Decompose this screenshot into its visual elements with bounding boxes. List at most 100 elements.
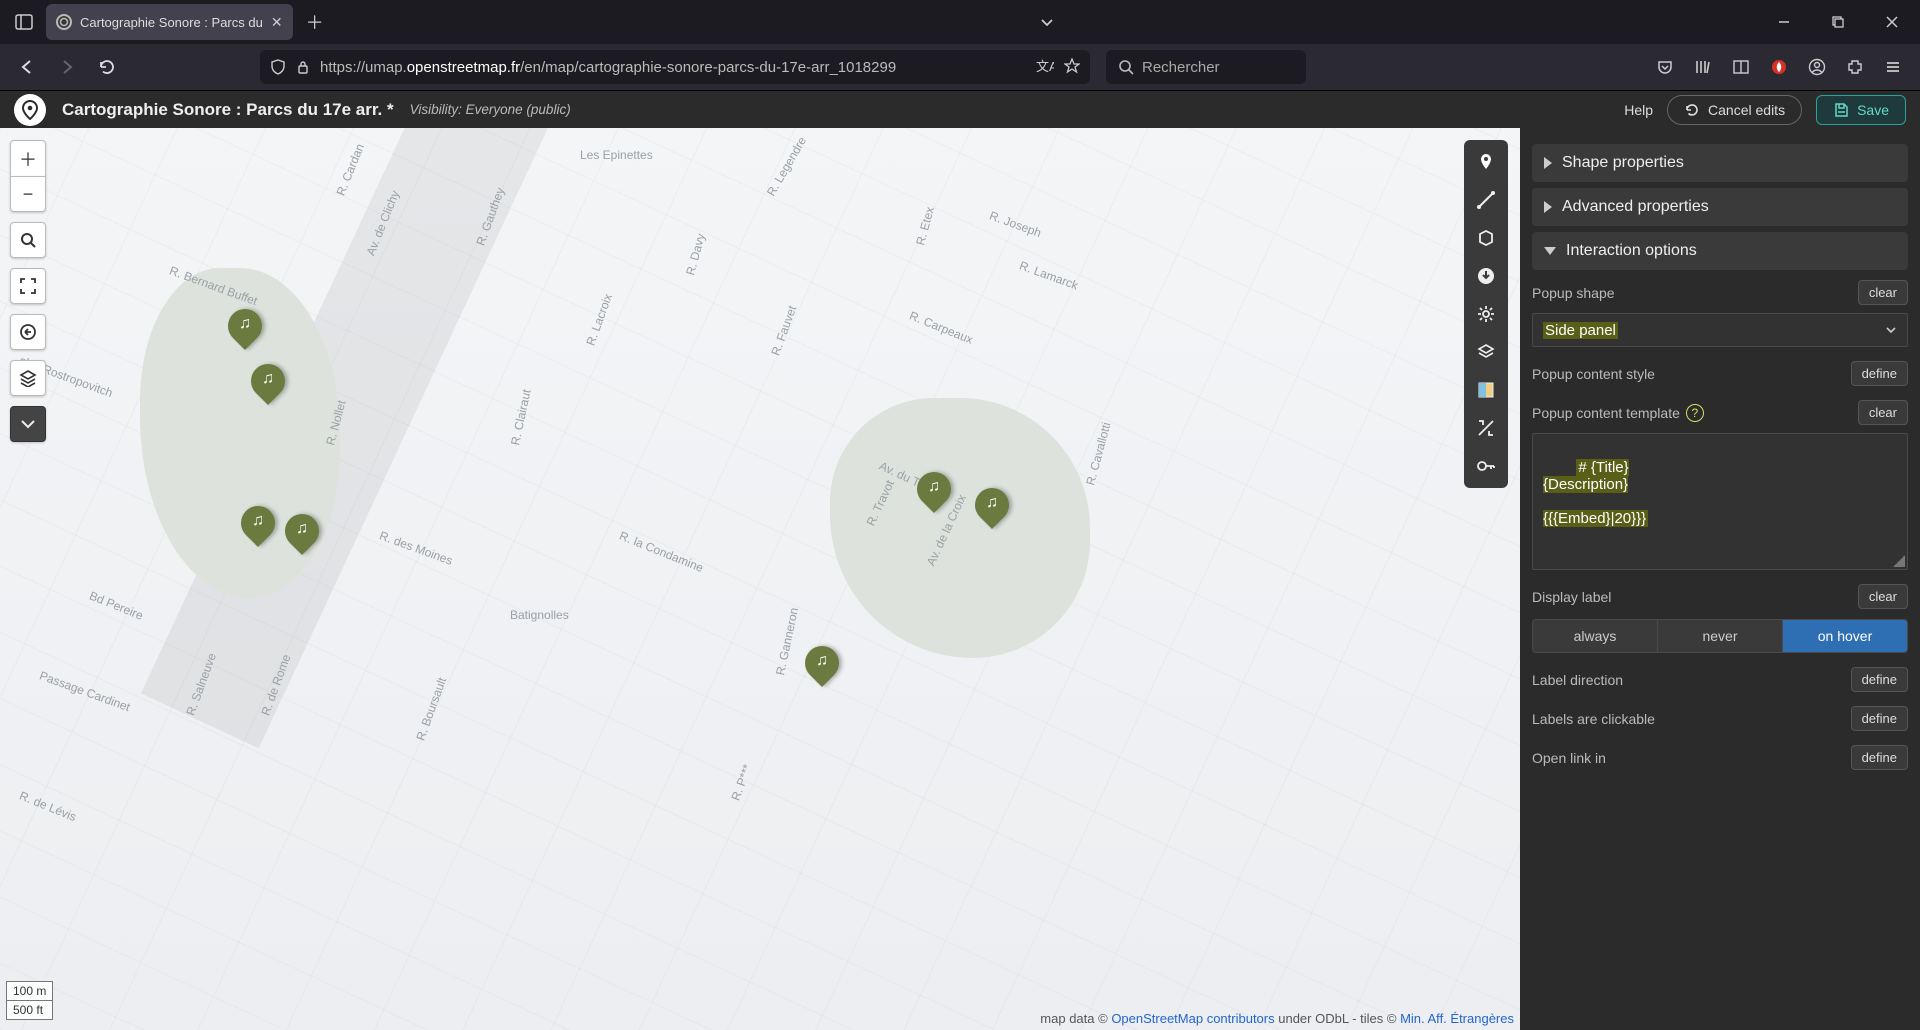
nav-forward-button[interactable] — [50, 50, 84, 84]
open-link-define-button[interactable]: define — [1851, 745, 1908, 770]
group-interaction-options[interactable]: Interaction options — [1532, 232, 1908, 270]
field-popup-content-style: Popup content style define — [1532, 361, 1908, 386]
layers-button[interactable] — [10, 360, 46, 396]
map-marker[interactable]: ♫ — [975, 488, 1009, 532]
new-tab-button[interactable]: ＋ — [299, 6, 331, 38]
help-icon[interactable]: ? — [1686, 404, 1704, 422]
window-close-button[interactable] — [1872, 6, 1912, 38]
nav-back-button[interactable] — [10, 50, 44, 84]
field-open-link-in: Open link in define — [1532, 745, 1908, 770]
tabs-dropdown-icon[interactable] — [1027, 6, 1067, 38]
map-canvas[interactable]: Les EpinettesR. CardanAv. de ClichyR. Ga… — [0, 128, 1520, 1030]
browser-toolbar: https://umap.openstreetmap.fr/en/map/car… — [0, 44, 1920, 90]
bookmark-star-icon[interactable] — [1064, 58, 1080, 76]
music-note-icon: ♫ — [285, 520, 319, 538]
zoom-in-button[interactable]: ＋ — [10, 140, 46, 176]
labels-clickable-define-button[interactable]: define — [1851, 706, 1908, 731]
music-note-icon: ♫ — [805, 652, 839, 670]
translate-icon[interactable]: 文A — [1036, 58, 1054, 76]
tracking-shield-icon[interactable] — [270, 59, 286, 75]
map-marker[interactable]: ♫ — [805, 646, 839, 690]
save-button[interactable]: Save — [1816, 95, 1906, 125]
zoom-out-button[interactable]: − — [10, 176, 46, 212]
map-marker[interactable]: ♫ — [228, 309, 262, 353]
osm-contributors-link[interactable]: OpenStreetMap contributors — [1111, 1011, 1274, 1026]
cancel-edits-label: Cancel edits — [1708, 102, 1785, 118]
popup-style-define-button[interactable]: define — [1851, 361, 1908, 386]
music-note-icon: ♫ — [917, 478, 951, 496]
pocket-icon[interactable] — [1648, 50, 1682, 84]
group-advanced-properties[interactable]: Advanced properties — [1532, 188, 1908, 226]
tiles-credit-link[interactable]: Min. Aff. Étrangères — [1400, 1011, 1514, 1026]
draw-marker-button[interactable] — [1468, 144, 1504, 180]
fullscreen-button[interactable] — [10, 268, 46, 304]
tab-close-icon[interactable]: ✕ — [271, 14, 283, 31]
map-search-button[interactable] — [10, 222, 46, 258]
field-popup-shape: Popup shape clear Side panel — [1532, 280, 1908, 347]
display-label-clear-button[interactable]: clear — [1858, 584, 1908, 609]
toolbar-right-icons — [1648, 50, 1910, 84]
window-maximize-button[interactable] — [1818, 6, 1858, 38]
map-marker[interactable]: ♫ — [917, 472, 951, 516]
window-controls — [1764, 6, 1912, 38]
group-shape-label: Shape properties — [1562, 154, 1684, 172]
tab-title: Cartographie Sonore : Parcs du — [80, 15, 263, 30]
app-menu-icon[interactable] — [1876, 50, 1910, 84]
chevron-down-icon — [1885, 324, 1897, 336]
seg-option-always[interactable]: always — [1533, 620, 1658, 652]
map-marker[interactable]: ♫ — [251, 364, 285, 408]
scale-imperial: 500 ft — [7, 1001, 52, 1019]
field-label-direction: Label direction define — [1532, 667, 1908, 692]
share-button[interactable] — [10, 314, 46, 350]
reader-icon[interactable] — [1724, 50, 1758, 84]
address-bar[interactable]: https://umap.openstreetmap.fr/en/map/car… — [260, 50, 1090, 84]
save-label: Save — [1857, 102, 1889, 118]
tilelayers-button[interactable] — [1468, 334, 1504, 370]
browser-titlebar: Cartographie Sonore : Parcs du ✕ ＋ — [0, 0, 1920, 44]
browser-tab[interactable]: Cartographie Sonore : Parcs du ✕ — [46, 4, 293, 40]
map-marker[interactable]: ♫ — [285, 514, 319, 558]
popup-template-clear-button[interactable]: clear — [1858, 400, 1908, 425]
map-attribution: map data © OpenStreetMap contributors un… — [1040, 1011, 1514, 1026]
help-link[interactable]: Help — [1624, 102, 1653, 118]
display-label-label: Display label — [1532, 589, 1611, 605]
window-minimize-button[interactable] — [1764, 6, 1804, 38]
umap-logo-icon[interactable] — [14, 94, 46, 126]
map-bounds-button[interactable] — [1468, 372, 1504, 408]
extensions-icon[interactable] — [1838, 50, 1872, 84]
field-display-label: Display label clear always never on hove… — [1532, 584, 1908, 653]
popup-template-textarea[interactable]: # {Title} {Description} {{{Embed}|20}}} — [1532, 433, 1908, 570]
lock-icon[interactable] — [296, 60, 310, 74]
import-button[interactable] — [1468, 258, 1504, 294]
labels-clickable-label: Labels are clickable — [1532, 711, 1655, 727]
extension-badge-icon[interactable] — [1762, 50, 1796, 84]
resize-grip-icon[interactable] — [1893, 555, 1905, 567]
properties-panel[interactable]: Shape properties Advanced properties Int… — [1520, 128, 1920, 1030]
cancel-edits-button[interactable]: Cancel edits — [1667, 95, 1802, 125]
center-zoom-button[interactable] — [1468, 410, 1504, 446]
seg-option-onhover[interactable]: on hover — [1783, 620, 1907, 652]
group-interaction-label: Interaction options — [1566, 242, 1697, 260]
popup-shape-clear-button[interactable]: clear — [1858, 280, 1908, 305]
map-marker[interactable]: ♫ — [241, 506, 275, 550]
group-shape-properties[interactable]: Shape properties — [1532, 144, 1908, 182]
chevron-down-icon — [1544, 247, 1556, 255]
seg-option-never[interactable]: never — [1658, 620, 1783, 652]
nav-reload-button[interactable] — [90, 50, 124, 84]
label-direction-define-button[interactable]: define — [1851, 667, 1908, 692]
umap-header: Cartographie Sonore : Parcs du 17e arr. … — [0, 90, 1920, 128]
permissions-button[interactable] — [1468, 448, 1504, 484]
browser-search-box[interactable]: Rechercher — [1106, 50, 1306, 84]
sidebar-toggle-icon[interactable] — [8, 6, 40, 38]
account-icon[interactable] — [1800, 50, 1834, 84]
settings-button[interactable] — [1468, 296, 1504, 332]
chevron-right-icon — [1544, 157, 1552, 169]
popup-shape-select[interactable]: Side panel — [1532, 313, 1908, 347]
draw-line-button[interactable] — [1468, 182, 1504, 218]
map-visibility: Visibility: Everyone (public) — [410, 102, 571, 117]
map-title[interactable]: Cartographie Sonore : Parcs du 17e arr. … — [62, 100, 394, 120]
library-icon[interactable] — [1686, 50, 1720, 84]
more-button[interactable] — [10, 406, 46, 442]
popup-template-label: Popup content template — [1532, 405, 1680, 421]
draw-polygon-button[interactable] — [1468, 220, 1504, 256]
